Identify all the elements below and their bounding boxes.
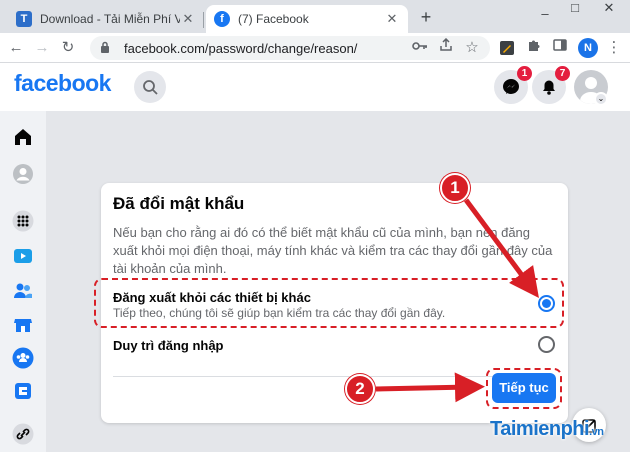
watermark-suffix: .vn <box>589 426 604 438</box>
facebook-header: facebook 1 7 ⌄ <box>0 63 630 111</box>
watermark-logo: Taimienphi.vn <box>490 418 604 441</box>
url-text: facebook.com/password/change/reason/ <box>124 40 358 56</box>
tab-download[interactable]: T Download - Tải Miễn Phí VN - Ph ✕ <box>8 5 204 33</box>
tab-close-icon[interactable]: ✕ <box>384 11 400 27</box>
search-button[interactable] <box>134 71 166 103</box>
messenger-button[interactable]: 1 <box>494 66 532 104</box>
tab-title: (7) Facebook <box>238 12 309 26</box>
card-description: Nếu bạn cho rằng ai đó có thể biết mật k… <box>113 225 553 276</box>
menu-grid-icon[interactable] <box>11 209 35 233</box>
left-rail <box>0 111 46 452</box>
messenger-badge: 1 <box>517 66 532 81</box>
browser-menu-icon[interactable]: ⋮ <box>604 38 624 58</box>
friends-icon[interactable] <box>11 279 35 303</box>
tab-facebook[interactable]: f (7) Facebook ✕ <box>206 5 408 33</box>
browser-toolbar: ← → ↻ facebook.com/password/change/reaso… <box>0 33 630 63</box>
tab-favicon-icon: T <box>16 11 32 27</box>
facebook-logo[interactable]: facebook <box>14 70 111 97</box>
profile-icon[interactable] <box>11 162 35 186</box>
extensions-puzzle-icon[interactable] <box>524 38 544 58</box>
highlight-continue-box <box>486 368 562 409</box>
marketplace-icon[interactable] <box>11 313 35 337</box>
key-icon[interactable] <box>410 38 430 58</box>
facebook-favicon-icon: f <box>214 11 230 27</box>
browser-tab-strip: T Download - Tải Miễn Phí VN - Ph ✕ f (7… <box>0 0 630 33</box>
step-2-marker: 2 <box>345 374 375 404</box>
notifications-badge: 7 <box>555 66 570 81</box>
maximize-button[interactable]: □ <box>562 0 588 18</box>
watermark-text: Taimienphi <box>490 418 590 440</box>
profile-avatar[interactable]: N <box>578 38 598 58</box>
bookmark-star-icon[interactable]: ☆ <box>462 38 482 58</box>
tab-close-icon[interactable]: ✕ <box>180 11 196 27</box>
share-icon[interactable] <box>436 37 456 58</box>
lock-icon <box>100 41 114 56</box>
notifications-button[interactable]: 7 <box>532 66 570 104</box>
card-title: Đã đổi mật khẩu <box>113 194 245 213</box>
address-bar[interactable]: facebook.com/password/change/reason/ <box>90 36 490 60</box>
groups-icon[interactable] <box>11 346 35 370</box>
account-chevron-down-icon[interactable]: ⌄ <box>594 92 608 106</box>
forward-arrow-icon[interactable]: → <box>32 38 52 58</box>
step-1-marker: 1 <box>440 173 470 203</box>
option-stay-logged-in-label[interactable]: Duy trì đăng nhập <box>113 338 224 353</box>
back-arrow-icon[interactable]: ← <box>6 38 26 58</box>
tab-title: Download - Tải Miễn Phí VN - Ph <box>40 12 180 26</box>
highlight-option-box <box>94 278 564 328</box>
new-tab-button[interactable]: + <box>416 7 436 27</box>
reload-icon[interactable]: ↻ <box>58 38 78 58</box>
minimize-button[interactable]: – <box>532 6 558 24</box>
close-window-button[interactable]: ✕ <box>596 0 622 18</box>
watch-icon[interactable] <box>11 244 35 268</box>
search-icon <box>143 80 158 95</box>
radio-stay-logged-in[interactable] <box>538 336 555 353</box>
gaming-icon[interactable] <box>11 379 35 403</box>
link-icon[interactable] <box>11 422 35 446</box>
home-icon[interactable] <box>11 125 35 149</box>
extension-pen-icon[interactable] <box>500 41 514 55</box>
side-panel-icon[interactable] <box>550 38 570 58</box>
